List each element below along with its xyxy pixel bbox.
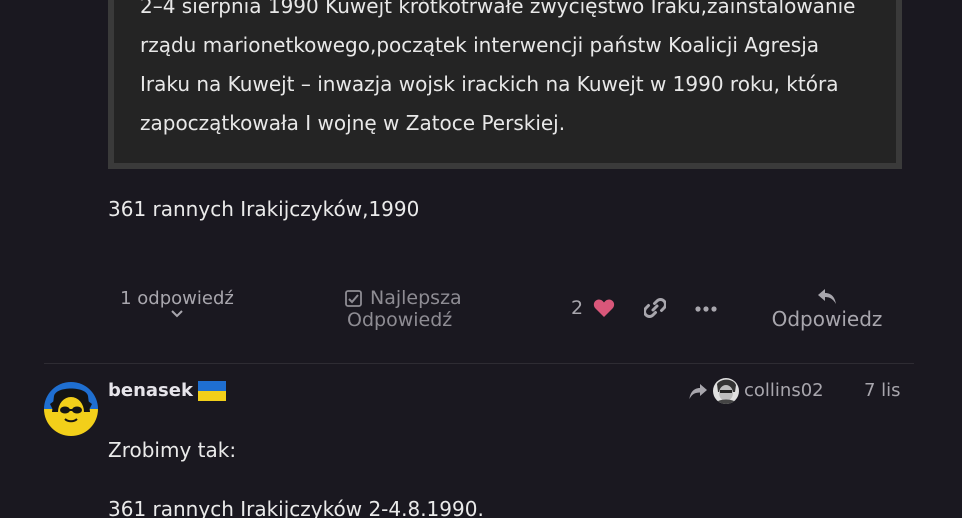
post-body-text: 361 rannych Irakijczyków,1990 — [108, 197, 420, 221]
show-replies-button[interactable]: 1 odpowiedź — [118, 288, 236, 319]
user-avatar[interactable] — [44, 382, 98, 436]
heart-icon[interactable] — [593, 298, 615, 318]
replies-count-label: 1 odpowiedź — [120, 288, 234, 309]
quote-line: rządu marionetkowego,początek interwencj… — [140, 33, 820, 57]
quote-block: 2–4 sierpnia 1990 Kuwejt krótkotrwałe zw… — [108, 0, 902, 169]
topic-page: 2–4 sierpnia 1990 Kuwejt krótkotrwałe zw… — [0, 0, 962, 518]
reply-arrow-icon[interactable] — [688, 383, 708, 401]
checkbox-icon — [345, 289, 362, 307]
mark-best-answer-button[interactable]: Najlepsza Odpowiedź — [345, 287, 462, 331]
like-count[interactable]: 2 — [571, 297, 583, 319]
best-answer-label-1: Najlepsza — [370, 287, 462, 309]
ukraine-flag-icon — [198, 381, 226, 401]
chevron-down-icon — [171, 310, 183, 318]
reply-to-username[interactable]: collins02 — [744, 380, 824, 401]
quote-line: zapoczątkowała I wojnę w Zatoce Perskiej… — [140, 111, 566, 135]
reply-button[interactable]: Odpowiedz — [765, 287, 889, 331]
more-icon[interactable] — [694, 305, 718, 313]
quote-line: Iraku na Kuwejt – inwazja wojsk irackich… — [140, 72, 839, 96]
post-divider — [44, 363, 914, 364]
post-username[interactable]: benasek — [108, 380, 193, 401]
best-answer-label-2: Odpowiedź — [347, 309, 453, 331]
reply-icon — [818, 289, 836, 304]
next-post-line-1: Zrobimy tak: — [108, 438, 237, 462]
link-icon[interactable] — [644, 297, 666, 319]
next-post-line-2: 361 rannych Irakijczyków 2-4.8.1990. — [108, 497, 484, 518]
quote-line: 2–4 sierpnia 1990 Kuwejt krótkotrwałe zw… — [140, 0, 856, 18]
quote-text: 2–4 sierpnia 1990 Kuwejt krótkotrwałe zw… — [140, 0, 900, 143]
post-date[interactable]: 7 lis — [864, 380, 901, 401]
reply-to-avatar[interactable] — [713, 378, 739, 404]
reply-label: Odpowiedz — [771, 307, 883, 331]
